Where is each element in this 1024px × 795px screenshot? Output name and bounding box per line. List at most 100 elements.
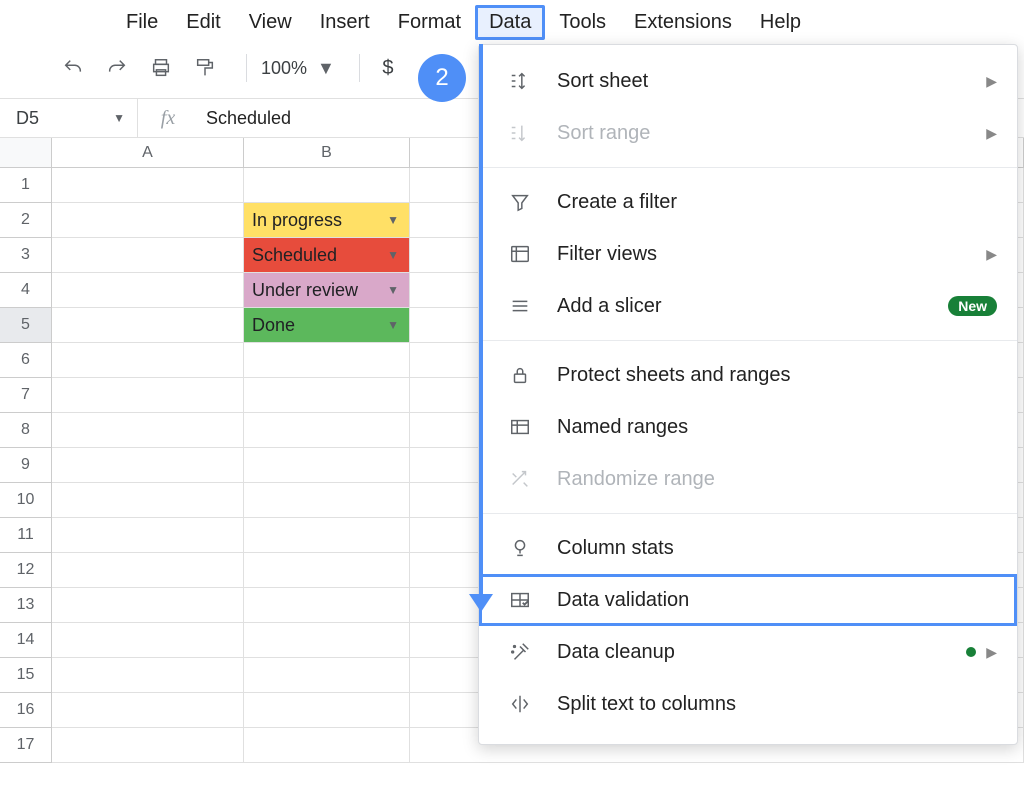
row-header[interactable]: 7 bbox=[0, 378, 52, 413]
print-button[interactable] bbox=[144, 51, 178, 85]
menu-item-named-ranges[interactable]: Named ranges bbox=[479, 401, 1017, 453]
cell[interactable] bbox=[52, 483, 244, 518]
cell[interactable] bbox=[244, 168, 410, 203]
chip-label: In progress bbox=[252, 210, 342, 231]
cell[interactable] bbox=[52, 588, 244, 623]
menu-item-split-text[interactable]: Split text to columns bbox=[479, 678, 1017, 730]
cell[interactable] bbox=[52, 728, 244, 763]
row-header[interactable]: 12 bbox=[0, 553, 52, 588]
cell[interactable] bbox=[244, 448, 410, 483]
cell[interactable] bbox=[52, 168, 244, 203]
cell[interactable]: Scheduled▼ bbox=[244, 238, 410, 273]
data-cleanup-icon bbox=[507, 639, 533, 665]
filter-views-icon bbox=[507, 241, 533, 267]
cell[interactable]: In progress▼ bbox=[244, 203, 410, 238]
row-header[interactable]: 8 bbox=[0, 413, 52, 448]
annotation-arrow-line bbox=[479, 44, 483, 602]
cell[interactable] bbox=[52, 238, 244, 273]
menu-extensions[interactable]: Extensions bbox=[620, 5, 746, 40]
menu-item-add-slicer[interactable]: Add a slicerNew bbox=[479, 280, 1017, 332]
menu-item-sort-range: Sort range▶ bbox=[479, 107, 1017, 159]
select-all-corner[interactable] bbox=[0, 138, 52, 168]
cell[interactable] bbox=[244, 518, 410, 553]
cell[interactable]: Under review▼ bbox=[244, 273, 410, 308]
dropdown-chip[interactable]: Scheduled▼ bbox=[244, 238, 409, 272]
menu-item-data-validation[interactable]: Data validation bbox=[479, 574, 1017, 626]
cell[interactable] bbox=[244, 343, 410, 378]
cell[interactable] bbox=[52, 273, 244, 308]
chevron-right-icon: ▶ bbox=[986, 246, 997, 263]
cell[interactable] bbox=[244, 728, 410, 763]
cell[interactable] bbox=[52, 518, 244, 553]
menu-help[interactable]: Help bbox=[746, 5, 815, 40]
cell[interactable]: Done▼ bbox=[244, 308, 410, 343]
menu-item-sort-sheet[interactable]: Sort sheet▶ bbox=[479, 55, 1017, 107]
currency-button[interactable]: $ bbox=[374, 57, 402, 80]
cell[interactable] bbox=[244, 658, 410, 693]
cell[interactable] bbox=[52, 378, 244, 413]
cell[interactable] bbox=[52, 693, 244, 728]
cell[interactable] bbox=[244, 413, 410, 448]
undo-button[interactable] bbox=[56, 51, 90, 85]
cell[interactable] bbox=[52, 203, 244, 238]
cell[interactable] bbox=[52, 413, 244, 448]
dropdown-chip[interactable]: Done▼ bbox=[244, 308, 409, 342]
cell[interactable] bbox=[244, 623, 410, 658]
row-header[interactable]: 15 bbox=[0, 658, 52, 693]
cell[interactable] bbox=[52, 308, 244, 343]
menu-item-label: Split text to columns bbox=[557, 693, 997, 716]
fx-icon: fx bbox=[138, 107, 198, 130]
chevron-right-icon: ▶ bbox=[986, 644, 997, 661]
cell[interactable] bbox=[52, 343, 244, 378]
menu-view[interactable]: View bbox=[235, 5, 306, 40]
column-header[interactable]: A bbox=[52, 138, 244, 168]
cell[interactable] bbox=[52, 658, 244, 693]
chip-label: Scheduled bbox=[252, 245, 337, 266]
cell[interactable] bbox=[244, 588, 410, 623]
row-header[interactable]: 16 bbox=[0, 693, 52, 728]
menu-item-data-cleanup[interactable]: Data cleanup▶ bbox=[479, 626, 1017, 678]
row-header[interactable]: 14 bbox=[0, 623, 52, 658]
row-header[interactable]: 1 bbox=[0, 168, 52, 203]
menu-item-filter-views[interactable]: Filter views▶ bbox=[479, 228, 1017, 280]
menu-item-label: Column stats bbox=[557, 537, 997, 560]
menu-item-protect[interactable]: Protect sheets and ranges bbox=[479, 349, 1017, 401]
menu-format[interactable]: Format bbox=[384, 5, 475, 40]
menu-data[interactable]: Data bbox=[475, 5, 545, 40]
menu-insert[interactable]: Insert bbox=[306, 5, 384, 40]
dropdown-chip[interactable]: Under review▼ bbox=[244, 273, 409, 307]
cell[interactable] bbox=[244, 483, 410, 518]
menu-file[interactable]: File bbox=[112, 5, 172, 40]
row-header[interactable]: 10 bbox=[0, 483, 52, 518]
menu-item-column-stats[interactable]: Column stats bbox=[479, 522, 1017, 574]
row-header[interactable]: 9 bbox=[0, 448, 52, 483]
row-header[interactable]: 11 bbox=[0, 518, 52, 553]
row-header[interactable]: 13 bbox=[0, 588, 52, 623]
menu-edit[interactable]: Edit bbox=[172, 5, 234, 40]
named-ranges-icon bbox=[507, 414, 533, 440]
row-header[interactable]: 4 bbox=[0, 273, 52, 308]
paint-format-button[interactable] bbox=[188, 51, 222, 85]
menu-tools[interactable]: Tools bbox=[545, 5, 620, 40]
cell[interactable] bbox=[244, 378, 410, 413]
name-box[interactable]: D5 ▼ bbox=[0, 99, 138, 137]
menu-item-label: Randomize range bbox=[557, 468, 997, 491]
row-header[interactable]: 3 bbox=[0, 238, 52, 273]
cell[interactable] bbox=[52, 623, 244, 658]
chevron-right-icon: ▶ bbox=[986, 73, 997, 90]
dropdown-chip[interactable]: In progress▼ bbox=[244, 203, 409, 237]
redo-button[interactable] bbox=[100, 51, 134, 85]
cell[interactable] bbox=[52, 553, 244, 588]
row-header[interactable]: 17 bbox=[0, 728, 52, 763]
column-header[interactable]: B bbox=[244, 138, 410, 168]
row-header[interactable]: 2 bbox=[0, 203, 52, 238]
zoom-dropdown[interactable]: 100% ▼ bbox=[261, 58, 335, 79]
cell[interactable] bbox=[244, 553, 410, 588]
menubar: FileEditViewInsertFormatDataToolsExtensi… bbox=[0, 0, 1024, 44]
menu-item-create-filter[interactable]: Create a filter bbox=[479, 176, 1017, 228]
row-header[interactable]: 6 bbox=[0, 343, 52, 378]
menu-item-label: Sort range bbox=[557, 122, 986, 145]
row-header[interactable]: 5 bbox=[0, 308, 52, 343]
cell[interactable] bbox=[52, 448, 244, 483]
cell[interactable] bbox=[244, 693, 410, 728]
